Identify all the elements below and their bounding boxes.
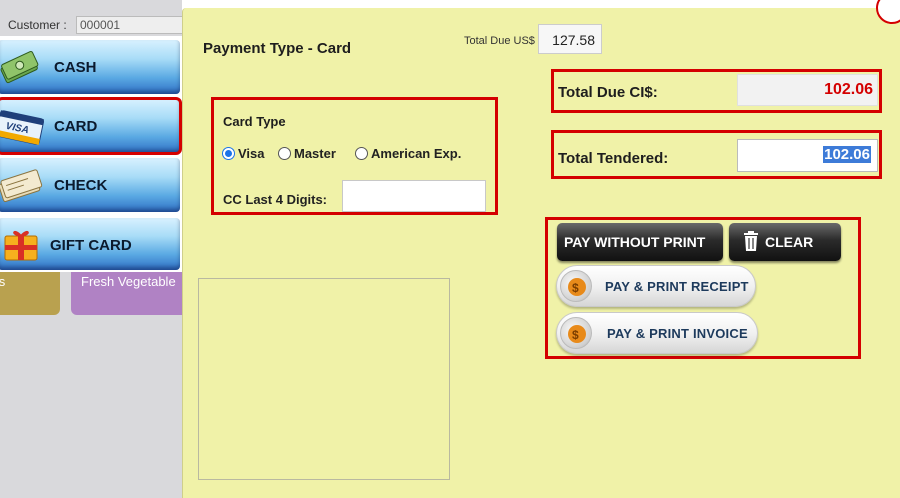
payment-panel: Payment Type - Card Total Due US$ 127.58…	[182, 8, 900, 498]
total-tendered-label: Total Tendered:	[558, 150, 669, 167]
payment-gift-card-button[interactable]: GIFT CARD	[0, 218, 180, 270]
radio-american-express[interactable]: American Exp.	[355, 146, 461, 161]
customer-bar: Customer : 000001	[0, 14, 190, 36]
customer-id-field[interactable]: 000001	[76, 16, 186, 34]
trash-icon	[743, 231, 759, 254]
pay-without-print-button[interactable]: PAY WITHOUT PRINT	[557, 223, 723, 261]
payment-cash-label: CASH	[54, 59, 97, 76]
total-due-ci-value: 102.06	[737, 74, 878, 106]
payment-card-button[interactable]: VISA CARD	[0, 97, 182, 155]
panel-title: Payment Type - Card	[203, 40, 352, 57]
clear-label: CLEAR	[765, 234, 814, 250]
pay-print-receipt-label: PAY & PRINT RECEIPT	[605, 279, 749, 294]
cc-last-4-label: CC Last 4 Digits:	[223, 192, 328, 207]
radio-visa-label: Visa	[238, 146, 265, 161]
card-type-title: Card Type	[223, 114, 286, 129]
total-due-ci-label: Total Due CI$:	[558, 84, 658, 101]
payment-gift-card-label: GIFT CARD	[50, 237, 132, 254]
radio-master[interactable]: Master	[278, 146, 336, 161]
radio-visa[interactable]: Visa	[222, 146, 265, 161]
cash-icon	[0, 48, 44, 93]
payment-check-button[interactable]: CHECK	[0, 158, 180, 212]
radio-master-label: Master	[294, 146, 336, 161]
clear-button[interactable]: CLEAR	[729, 223, 841, 261]
radio-visa-indicator[interactable]	[222, 147, 235, 160]
total-tendered-selected-text: 102.06	[823, 146, 871, 163]
payment-dialog: Payment Type - Card Total Due US$ 127.58…	[182, 0, 900, 498]
payment-card-label: CARD	[54, 118, 98, 135]
print-invoice-icon: $	[560, 317, 592, 349]
total-tendered-input[interactable]: 102.06	[737, 139, 878, 172]
svg-text:$: $	[572, 328, 579, 342]
pay-without-print-label: PAY WITHOUT PRINT	[564, 234, 706, 250]
total-tendered-section: Total Tendered: 102.06	[551, 130, 882, 179]
pay-print-invoice-label: PAY & PRINT INVOICE	[607, 326, 748, 341]
check-icon	[0, 166, 44, 211]
card-type-section: Card Type Visa Master American Exp. CC L…	[211, 97, 498, 215]
payment-type-menu: CASH VISA CARD CHECK GIFT CARD	[0, 36, 182, 272]
customer-label: Customer :	[8, 18, 67, 32]
visa-card-icon: VISA	[0, 107, 46, 152]
radio-american-express-indicator[interactable]	[355, 147, 368, 160]
radio-master-indicator[interactable]	[278, 147, 291, 160]
svg-text:$: $	[572, 281, 579, 295]
gift-card-icon	[0, 226, 44, 271]
card-image-area	[198, 278, 450, 480]
cc-last-4-input[interactable]	[342, 180, 486, 212]
radio-american-express-label: American Exp.	[371, 146, 462, 161]
total-due-usd-label: Total Due US$	[464, 35, 535, 47]
payment-actions-section: PAY WITHOUT PRINT CLEAR $ PAY & PRINT RE…	[545, 217, 861, 359]
pay-print-receipt-button[interactable]: $ PAY & PRINT RECEIPT	[556, 265, 756, 307]
print-receipt-icon: $	[560, 270, 592, 302]
pay-print-invoice-button[interactable]: $ PAY & PRINT INVOICE	[556, 312, 758, 354]
payment-cash-button[interactable]: CASH	[0, 40, 180, 94]
total-due-ci-section: Total Due CI$: 102.06	[551, 69, 882, 113]
payment-check-label: CHECK	[54, 177, 108, 194]
total-due-usd-value: 127.58	[538, 24, 602, 54]
